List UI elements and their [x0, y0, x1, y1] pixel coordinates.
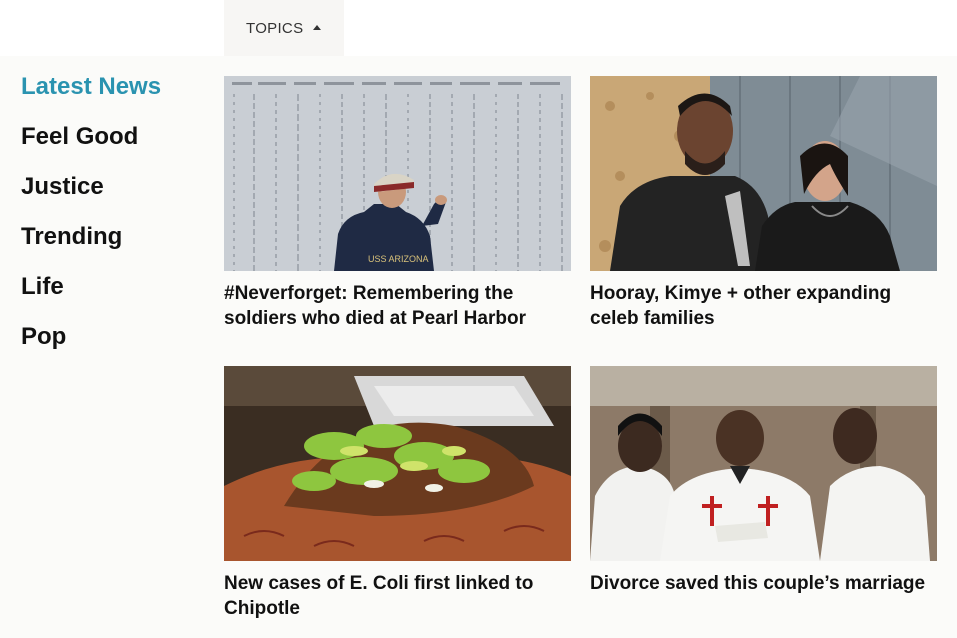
sidebar-item-latest-news[interactable]: Latest News — [21, 71, 211, 121]
topics-menu-panel: Latest News Feel Good Justice Trending L… — [0, 56, 957, 638]
article-image-memorial-salute: USS ARIZONA — [224, 76, 571, 271]
article-image-wedding-ceremony — [590, 366, 937, 561]
article-card-kimye[interactable]: Hooray, Kimye + other expanding celeb fa… — [590, 76, 937, 331]
topics-label: TOPICS — [246, 19, 304, 37]
uss-arizona-text: USS ARIZONA — [368, 254, 429, 264]
article-title[interactable]: Divorce saved this couple’s marriage — [590, 571, 937, 596]
article-title[interactable]: #Neverforget: Remembering the soldiers w… — [224, 281, 571, 331]
article-image-celebrity-couple — [590, 76, 937, 271]
sidebar-item-justice[interactable]: Justice — [21, 171, 211, 221]
topics-dropdown-button[interactable]: TOPICS — [224, 0, 344, 56]
article-card-divorce[interactable]: Divorce saved this couple’s marriage — [590, 366, 937, 596]
topics-sidebar: Latest News Feel Good Justice Trending L… — [21, 71, 211, 371]
article-title[interactable]: New cases of E. Coli first linked to Chi… — [224, 571, 571, 621]
top-bar: TOPICS — [0, 0, 957, 56]
article-title[interactable]: Hooray, Kimye + other expanding celeb fa… — [590, 281, 937, 331]
sidebar-item-feel-good[interactable]: Feel Good — [21, 121, 211, 171]
article-image-tacos — [224, 366, 571, 561]
article-card-pearl-harbor[interactable]: USS ARIZONA #Neverforget: Remembering th… — [224, 76, 571, 331]
caret-up-icon — [313, 24, 322, 30]
sidebar-item-trending[interactable]: Trending — [21, 221, 211, 271]
sidebar-item-pop[interactable]: Pop — [21, 321, 211, 371]
sidebar-item-life[interactable]: Life — [21, 271, 211, 321]
article-card-chipotle[interactable]: New cases of E. Coli first linked to Chi… — [224, 366, 571, 621]
